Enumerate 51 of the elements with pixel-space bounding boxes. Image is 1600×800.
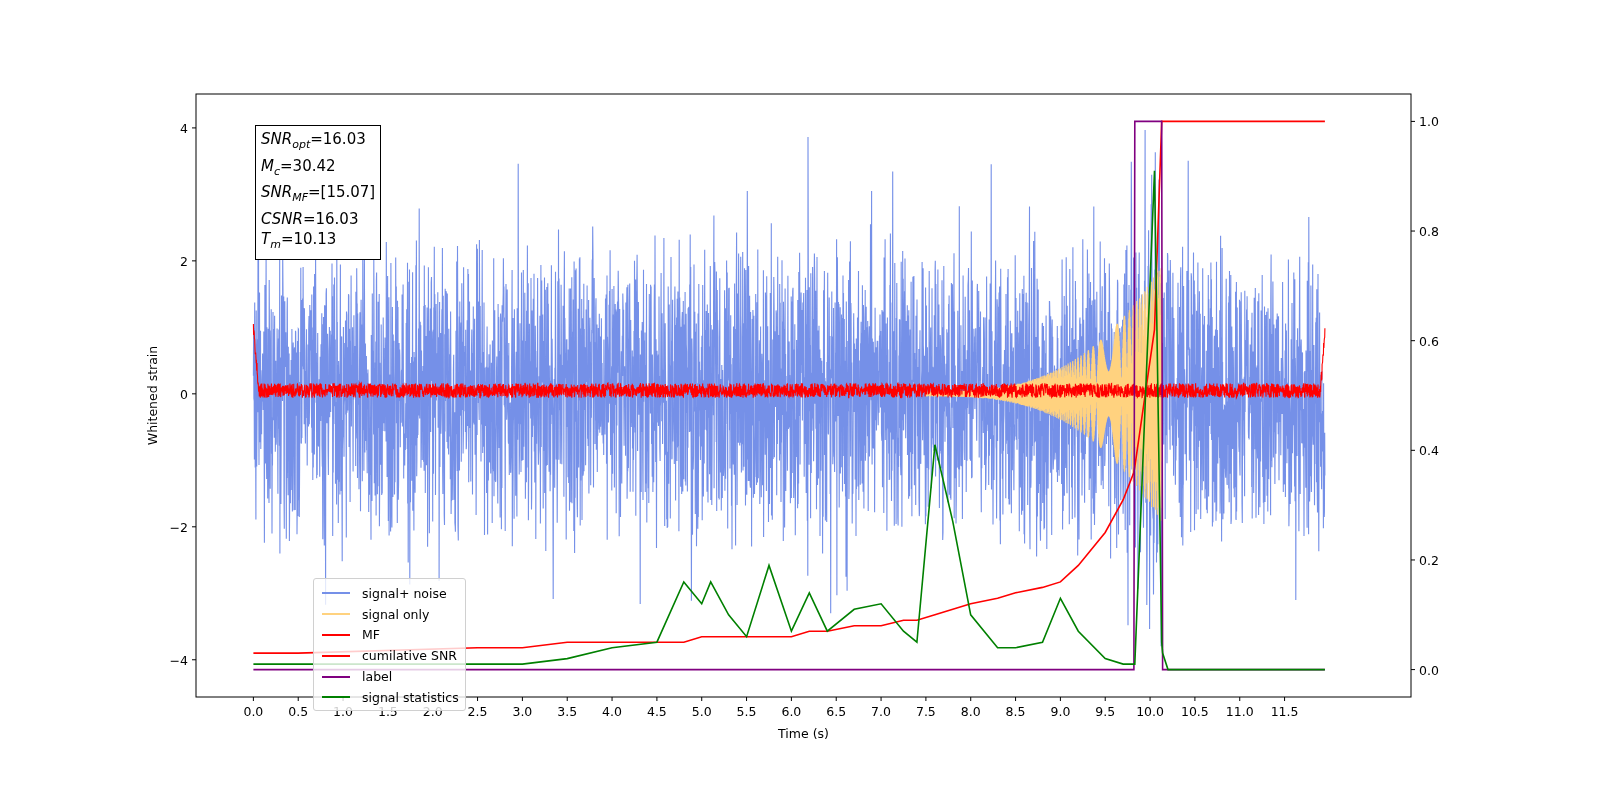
y-tick-label: −2 [169, 519, 188, 535]
legend-label: label [362, 669, 393, 685]
x-tick-label: 10.0 [1136, 704, 1164, 719]
legend-line-icon [322, 654, 350, 657]
x-tick-label: 4.0 [602, 704, 622, 719]
x-tick-label: 0.0 [243, 704, 264, 719]
y-axis-label: Whitened strain [145, 345, 160, 446]
y2-tick-label: 0.4 [1419, 443, 1439, 459]
legend-line-icon [322, 592, 350, 595]
legend-label: cumilative SNR [362, 648, 457, 664]
legend-line-icon [322, 675, 350, 678]
y-tick-label: −4 [169, 652, 188, 668]
y2-tick-label: 0.0 [1419, 662, 1439, 678]
x-tick-label: 0.5 [288, 704, 309, 719]
x-tick-label: 6.0 [781, 704, 802, 719]
legend-label: signal+ noise [362, 585, 447, 601]
x-tick-label: 3.5 [557, 704, 578, 719]
x-tick-label: 11.0 [1225, 704, 1254, 719]
x-tick-label: 7.5 [915, 704, 936, 719]
x-tick-label: 5.5 [736, 704, 757, 719]
legend-line-icon [322, 613, 350, 616]
legend-label: signal statistics [362, 689, 459, 705]
legend-line-icon [322, 696, 350, 699]
x-tick-label: 4.5 [646, 704, 667, 719]
x-tick-label: 11.5 [1270, 704, 1299, 719]
y2-tick-label: 1.0 [1419, 114, 1439, 130]
x-tick-label: 6.5 [826, 704, 847, 719]
metric-text: M$_{c}$=30.42 [261, 155, 337, 180]
metric-text: SNR$_{opt}$=16.03 [261, 129, 367, 153]
y2-tick-label: 0.2 [1419, 552, 1439, 568]
x-axis-label: Time (s) [778, 726, 829, 741]
y-tick-label: 2 [180, 253, 188, 269]
metric-text: SNR$_{MF}$=[15.07] [261, 182, 376, 206]
x-tick-label: 9.0 [1050, 704, 1071, 719]
legend-line-icon [322, 634, 350, 636]
x-tick-label: 5.0 [691, 704, 712, 719]
x-tick-label: 7.0 [871, 704, 891, 719]
x-tick-label: 8.5 [1005, 704, 1026, 719]
metric-text: T$_{m}$=10.13 [261, 229, 338, 253]
y2-tick-label: 0.8 [1419, 224, 1439, 240]
legend-label: signal only [362, 606, 430, 622]
x-tick-label: 3.0 [512, 704, 533, 719]
x-tick-label: 8.0 [960, 704, 981, 719]
legend-label: MF [362, 627, 380, 643]
y2-tick-label: 0.6 [1419, 333, 1439, 349]
y-tick-label: 0 [180, 386, 188, 402]
y-tick-label: 4 [180, 120, 188, 136]
x-tick-label: 2.5 [467, 704, 488, 719]
x-tick-label: 9.5 [1095, 704, 1116, 719]
metric-text: CSNR=16.03 [261, 208, 360, 229]
x-tick-label: 10.5 [1181, 704, 1209, 719]
